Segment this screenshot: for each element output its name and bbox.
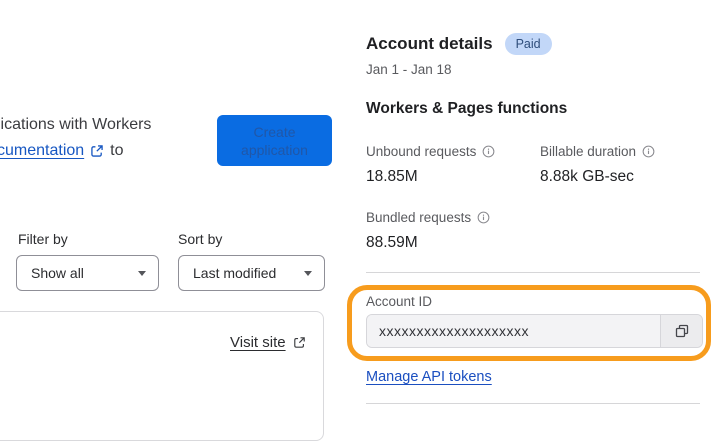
filter-dropdown-value: Show all: [31, 265, 84, 281]
stat-unbound-requests: Unbound requests 18.85M: [366, 144, 495, 186]
date-range: Jan 1 - Jan 18: [366, 62, 452, 77]
chevron-down-icon: [138, 270, 146, 276]
stat-billable-duration: Billable duration 8.88k GB-sec: [540, 144, 655, 186]
documentation-link[interactable]: cumentation: [0, 142, 84, 160]
divider: [366, 403, 700, 404]
filter-by-label: Filter by: [18, 231, 68, 247]
account-details-title: Account details: [366, 34, 493, 53]
create-application-button[interactable]: Create application: [217, 115, 332, 166]
stat-label: Bundled requests: [366, 210, 472, 225]
visit-site-link[interactable]: Visit site: [230, 334, 306, 351]
divider: [366, 272, 700, 273]
chevron-down-icon: [304, 270, 312, 276]
intro-text-line2: cumentation to: [0, 142, 124, 160]
external-link-icon: [90, 144, 104, 158]
plan-badge: Paid: [504, 33, 552, 55]
sort-by-label: Sort by: [178, 231, 223, 247]
stat-value: 8.88k GB-sec: [540, 168, 634, 185]
info-icon[interactable]: [477, 211, 490, 224]
stat-label: Billable duration: [540, 144, 637, 159]
project-card: [0, 311, 324, 441]
sort-dropdown-value: Last modified: [193, 265, 277, 281]
account-id-field: [366, 314, 703, 348]
intro-text-line1: lications with Workers: [0, 116, 152, 133]
workers-pages-functions-title: Workers & Pages functions: [366, 100, 568, 117]
stat-value: 88.59M: [366, 234, 418, 251]
copy-icon: [674, 323, 690, 339]
info-icon[interactable]: [482, 145, 495, 158]
copy-account-id-button[interactable]: [660, 315, 702, 347]
stat-bundled-requests: Bundled requests 88.59M: [366, 210, 490, 252]
manage-api-tokens-link[interactable]: Manage API tokens: [366, 369, 492, 385]
account-details-header: Account details Paid: [366, 33, 552, 55]
filter-dropdown[interactable]: Show all: [16, 255, 159, 291]
stat-value: 18.85M: [366, 168, 418, 185]
stat-label: Unbound requests: [366, 144, 477, 159]
sort-dropdown[interactable]: Last modified: [178, 255, 325, 291]
info-icon[interactable]: [642, 145, 655, 158]
external-link-icon: [293, 336, 306, 349]
intro-text-suffix: to: [110, 142, 124, 159]
visit-site-label: Visit site: [230, 334, 286, 351]
account-id-label: Account ID: [366, 294, 433, 309]
account-id-input[interactable]: [367, 315, 660, 347]
